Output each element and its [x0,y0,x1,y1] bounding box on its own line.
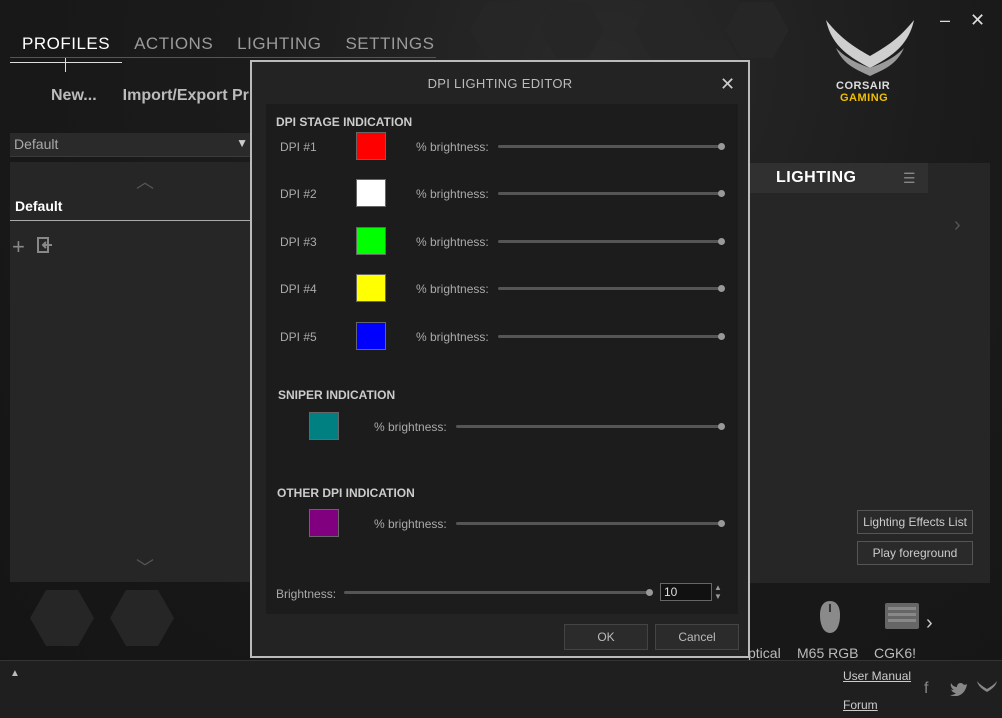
device-label-m65[interactable]: M65 RGB [797,645,858,661]
nav-divider [10,57,436,58]
dialog-close-button[interactable]: ✕ [720,74,735,95]
profile-list-panel: ︿ Default + ﹀ [10,162,252,582]
dpi-stage-label: DPI #5 [280,330,317,344]
logo-text-corsair: CORSAIR [836,80,891,92]
dpi-5-color-swatch[interactable] [356,322,386,350]
master-brightness-input[interactable] [660,583,712,601]
dpi-4-color-swatch[interactable] [356,274,386,302]
other-dpi-section-label: OTHER DPI INDICATION [277,486,415,500]
keyboard-icon[interactable] [884,602,920,630]
dpi-2-brightness-slider[interactable] [498,190,725,197]
corsair-social-icon[interactable] [976,680,998,696]
scroll-down-icon[interactable]: ﹀ [136,554,154,580]
cancel-button[interactable]: Cancel [655,624,739,650]
profile-select-value: Default [14,136,59,152]
profile-select[interactable]: Default ▼ [10,133,252,157]
facebook-icon[interactable]: f [924,680,928,698]
import-profile-icon[interactable] [36,236,54,254]
dpi-2-color-swatch[interactable] [356,179,386,207]
spinner-arrows-icon[interactable]: ▲ ▼ [714,583,722,601]
brightness-label: % brightness: [374,420,447,434]
brightness-label: % brightness: [416,330,489,344]
dpi-lighting-editor-dialog: DPI LIGHTING EDITOR ✕ DPI STAGE INDICATI… [250,60,750,658]
dialog-title: DPI LIGHTING EDITOR [427,76,573,91]
minimize-button[interactable]: – [940,10,950,31]
dialog-content: DPI STAGE INDICATION DPI #1 % brightness… [266,104,738,614]
dpi-3-brightness-slider[interactable] [498,238,725,245]
dpi-stage-label: DPI #1 [280,140,317,154]
lighting-panel-title: LIGHTING [776,169,857,186]
user-manual-link[interactable]: User Manual [843,669,911,683]
forum-link[interactable]: Forum [843,698,878,712]
import-export-button[interactable]: Import/Export Pr [123,87,249,105]
list-item-underline [10,220,250,221]
brightness-label: % brightness: [416,235,489,249]
sniper-section-label: SNIPER INDICATION [278,388,396,402]
brightness-label: % brightness: [416,282,489,296]
expand-up-icon[interactable]: ▲ [10,668,20,679]
scroll-up-icon[interactable]: ︿ [136,168,154,194]
profile-actions: New... Import/Export Pr [51,87,249,105]
play-foreground-button[interactable]: Play foreground [857,541,973,565]
nav-indicator [65,58,66,72]
dropdown-arrow-icon: ▼ [236,136,248,150]
device-next-icon[interactable]: › [926,612,933,635]
dpi-stage-label: DPI #3 [280,235,317,249]
close-window-button[interactable]: ✕ [970,10,985,31]
device-label[interactable]: ptical [748,645,781,661]
sniper-color-swatch[interactable] [309,412,339,440]
master-brightness-slider[interactable] [344,589,653,596]
menu-icon[interactable]: ☰ [903,170,916,187]
dpi-1-color-swatch[interactable] [356,132,386,160]
dpi-stage-label: DPI #2 [280,187,317,201]
chevron-right-icon[interactable]: › [954,214,961,237]
dpi-stage-label: DPI #4 [280,282,317,296]
sniper-brightness-slider[interactable] [456,423,725,430]
new-profile-button[interactable]: New... [51,87,97,105]
twitter-icon[interactable] [950,682,968,696]
device-label-cgk[interactable]: CGK6! [874,645,916,661]
dpi-1-brightness-slider[interactable] [498,143,725,150]
other-dpi-color-swatch[interactable] [309,509,339,537]
dpi-5-brightness-slider[interactable] [498,333,725,340]
master-brightness-label: Brightness: [276,587,337,601]
brightness-label: % brightness: [416,187,489,201]
dpi-3-color-swatch[interactable] [356,227,386,255]
logo-text-gaming: GAMING [840,92,889,104]
brightness-label: % brightness: [374,517,447,531]
other-dpi-brightness-slider[interactable] [456,520,725,527]
mouse-icon[interactable] [818,600,842,634]
ok-button[interactable]: OK [564,624,648,650]
list-item[interactable]: Default [15,198,62,214]
dpi-stage-section-label: DPI STAGE INDICATION [276,115,413,129]
brightness-label: % brightness: [416,140,489,154]
add-profile-icon[interactable]: + [12,234,25,260]
dpi-4-brightness-slider[interactable] [498,285,725,292]
lighting-effects-list-button[interactable]: Lighting Effects List [857,510,973,534]
